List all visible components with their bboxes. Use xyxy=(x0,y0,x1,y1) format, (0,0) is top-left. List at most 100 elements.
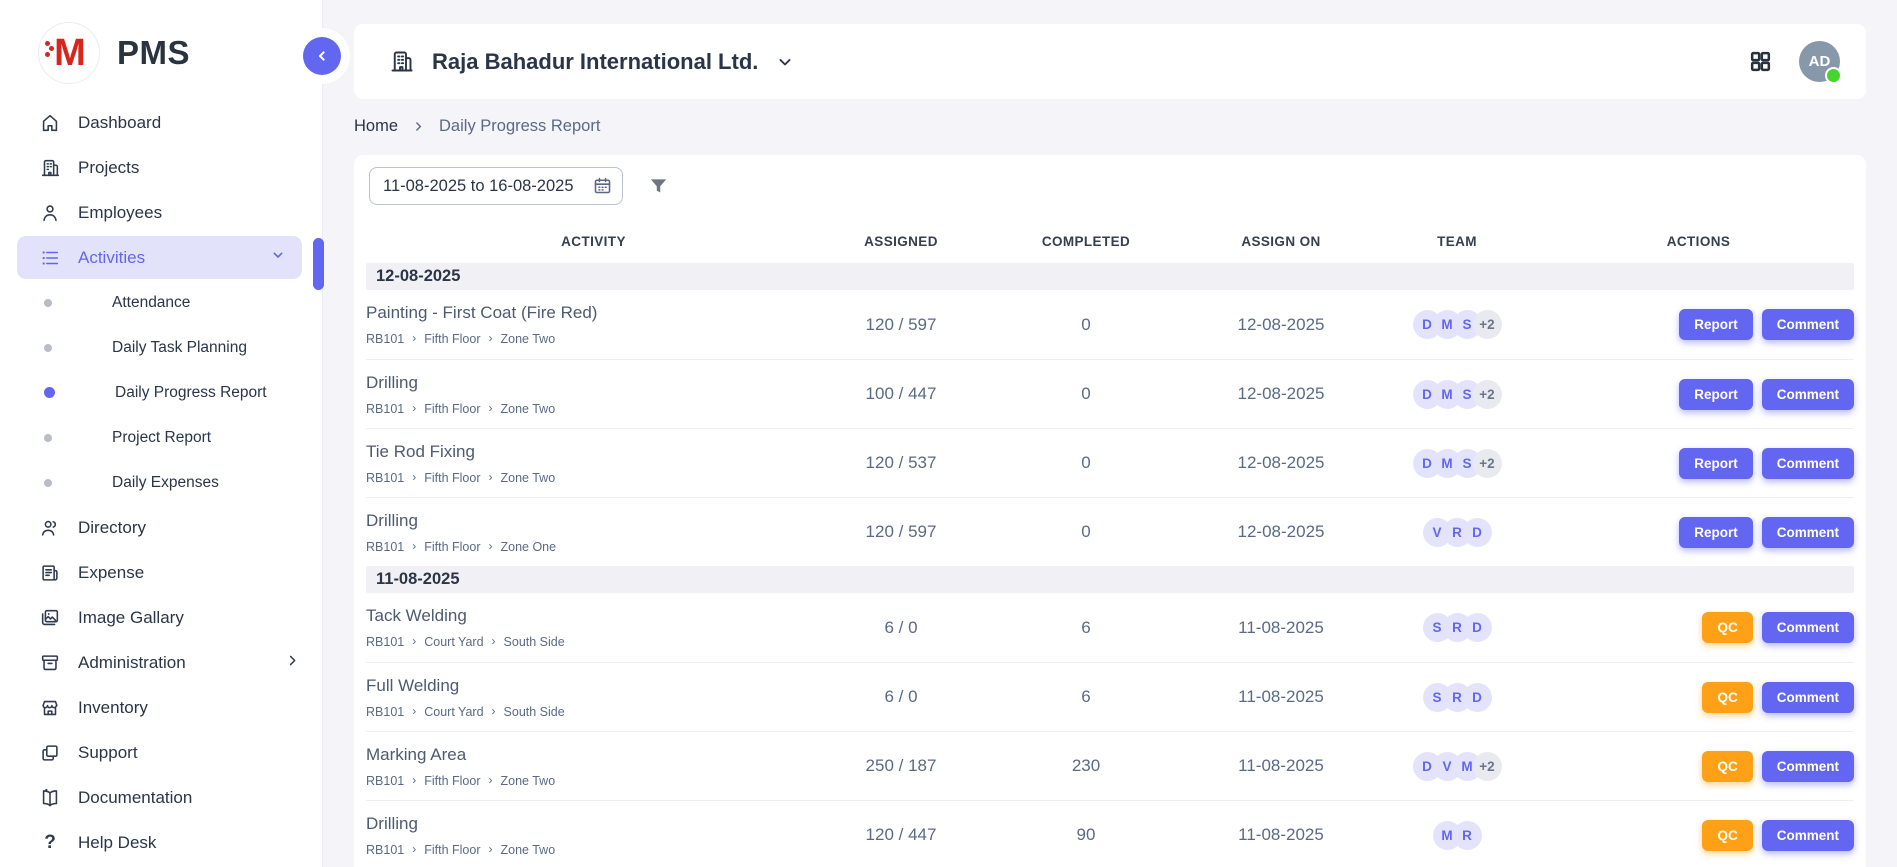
sidebar-item-projects[interactable]: Projects xyxy=(0,145,322,190)
sidebar-item-directory[interactable]: Directory xyxy=(0,505,322,550)
column-header-completed: COMPLETED xyxy=(981,234,1191,249)
assigned-value: 6 / 0 xyxy=(821,618,981,638)
team-more-badge[interactable]: +2 xyxy=(1473,380,1502,409)
path-separator-icon: › xyxy=(492,634,496,648)
sidebar-item-label: Support xyxy=(78,743,300,763)
path-node: RB101 xyxy=(366,705,404,719)
company-name: Raja Bahadur International Ltd. xyxy=(432,49,758,75)
sidebar-collapse-button[interactable] xyxy=(303,37,341,75)
sidebar-item-help-desk[interactable]: ?Help Desk xyxy=(0,820,322,865)
sidebar-item-label: Employees xyxy=(78,203,300,223)
team-more-badge[interactable]: +2 xyxy=(1473,752,1502,781)
bullet-icon xyxy=(44,434,52,442)
sidebar-subitem-project-report[interactable]: Project Report xyxy=(0,415,322,460)
completed-value: 0 xyxy=(981,453,1191,473)
receipt-icon xyxy=(39,562,61,584)
team-member-avatar[interactable]: D xyxy=(1463,683,1492,712)
chevron-right-icon xyxy=(412,120,425,133)
sidebar-subitem-daily-task-planning[interactable]: Daily Task Planning xyxy=(0,325,322,370)
report-button[interactable]: Report xyxy=(1679,309,1753,340)
team-cell: DVM+2 xyxy=(1371,752,1543,781)
sidebar-item-dashboard[interactable]: Dashboard xyxy=(0,100,322,145)
sidebar-nav: DashboardProjects Employees ActivitiesAtte… xyxy=(0,98,322,865)
table-body: 12-08-2025Painting - First Coat (Fire Re… xyxy=(366,263,1854,867)
users-icon xyxy=(39,517,61,539)
sidebar-item-label: Help Desk xyxy=(78,833,300,853)
path-node: RB101 xyxy=(366,471,404,485)
sidebar-item-administration[interactable]: Administration xyxy=(0,640,322,685)
sidebar-subitem-label: Daily Expenses xyxy=(112,474,219,492)
comment-button[interactable]: Comment xyxy=(1762,682,1854,713)
sidebar-item-expense[interactable]: Expense xyxy=(0,550,322,595)
date-group-body: Tack WeldingRB101›Court Yard›South Side6… xyxy=(366,593,1854,867)
comment-button[interactable]: Comment xyxy=(1762,448,1854,479)
chevron-down-icon xyxy=(270,247,286,263)
apps-grid-icon[interactable] xyxy=(1748,49,1773,74)
comment-button[interactable]: Comment xyxy=(1762,612,1854,643)
user-icon xyxy=(39,202,61,224)
comment-button[interactable]: Comment xyxy=(1762,309,1854,340)
path-node: Zone Two xyxy=(501,774,556,788)
activity-cell: DrillingRB101›Fifth Floor›Zone Two xyxy=(366,373,821,416)
qc-button[interactable]: QC xyxy=(1702,682,1752,713)
path-node: Court Yard xyxy=(424,635,483,649)
path-node: RB101 xyxy=(366,402,404,416)
sidebar-item-documentation[interactable]: Documentation xyxy=(0,775,322,820)
activity-title: Drilling xyxy=(366,373,821,393)
activity-title: Full Welding xyxy=(366,676,821,696)
activity-cell: DrillingRB101›Fifth Floor›Zone One xyxy=(366,511,821,554)
team-member-avatar[interactable]: D xyxy=(1463,518,1492,547)
team-member-avatar[interactable]: R xyxy=(1453,821,1482,850)
comment-button[interactable]: Comment xyxy=(1762,820,1854,851)
sidebar-item-employees[interactable]: Employees xyxy=(0,190,322,235)
filter-row xyxy=(369,167,1854,205)
sidebar-item-label: Documentation xyxy=(78,788,300,808)
path-node: Fifth Floor xyxy=(424,843,480,857)
team-member-avatar[interactable]: D xyxy=(1463,613,1492,642)
completed-value: 0 xyxy=(981,315,1191,335)
team-more-badge[interactable]: +2 xyxy=(1473,310,1502,339)
actions-cell: Report Comment xyxy=(1543,448,1854,479)
sidebar-item-label: Administration xyxy=(78,653,285,673)
breadcrumb-home[interactable]: Home xyxy=(354,117,398,136)
bullet-icon xyxy=(44,344,52,352)
brand-logo[interactable]: M PMS xyxy=(0,0,322,98)
date-group-body: Painting - First Coat (Fire Red)RB101›Fi… xyxy=(366,290,1854,566)
sidebar-item-image-gallary[interactable]: Image Gallary xyxy=(0,595,322,640)
path-node: Zone Two xyxy=(501,471,556,485)
activity-row: Tie Rod FixingRB101›Fifth Floor›Zone Two… xyxy=(366,428,1854,497)
team-cell: MR xyxy=(1371,821,1543,850)
sidebar-item-activities[interactable]: Activities xyxy=(17,236,302,279)
calendar-icon[interactable] xyxy=(592,175,613,201)
actions-cell: QC Comment xyxy=(1543,820,1854,851)
path-separator-icon: › xyxy=(489,401,493,415)
team-more-badge[interactable]: +2 xyxy=(1473,449,1502,478)
breadcrumb-current: Daily Progress Report xyxy=(439,117,600,136)
sidebar-item-inventory[interactable]: Inventory xyxy=(0,685,322,730)
path-separator-icon: › xyxy=(412,401,416,415)
qc-button[interactable]: QC xyxy=(1702,751,1752,782)
actions-cell: QC Comment xyxy=(1543,682,1854,713)
path-node: Fifth Floor xyxy=(424,332,480,346)
store-icon xyxy=(39,697,61,719)
comment-button[interactable]: Comment xyxy=(1762,517,1854,548)
completed-value: 90 xyxy=(981,825,1191,845)
report-button[interactable]: Report xyxy=(1679,379,1753,410)
comment-button[interactable]: Comment xyxy=(1762,751,1854,782)
report-button[interactable]: Report xyxy=(1679,448,1753,479)
comment-button[interactable]: Comment xyxy=(1762,379,1854,410)
sidebar-subitem-daily-expenses[interactable]: Daily Expenses xyxy=(0,460,322,505)
report-button[interactable]: Report xyxy=(1679,517,1753,548)
bullet-icon xyxy=(44,479,52,487)
qc-button[interactable]: QC xyxy=(1702,820,1752,851)
company-selector[interactable]: Raja Bahadur International Ltd. xyxy=(388,48,795,75)
sidebar-subitem-daily-progress-report[interactable]: Daily Progress Report xyxy=(0,370,322,415)
user-avatar[interactable]: AD xyxy=(1799,41,1840,82)
qc-button[interactable]: QC xyxy=(1702,612,1752,643)
sidebar-item-support[interactable]: Support xyxy=(0,730,322,775)
filter-funnel-icon[interactable] xyxy=(647,175,670,198)
sidebar-subitem-attendance[interactable]: Attendance xyxy=(0,280,322,325)
path-node: Zone Two xyxy=(501,843,556,857)
archive-icon xyxy=(39,652,61,674)
date-range-input[interactable] xyxy=(369,167,623,205)
